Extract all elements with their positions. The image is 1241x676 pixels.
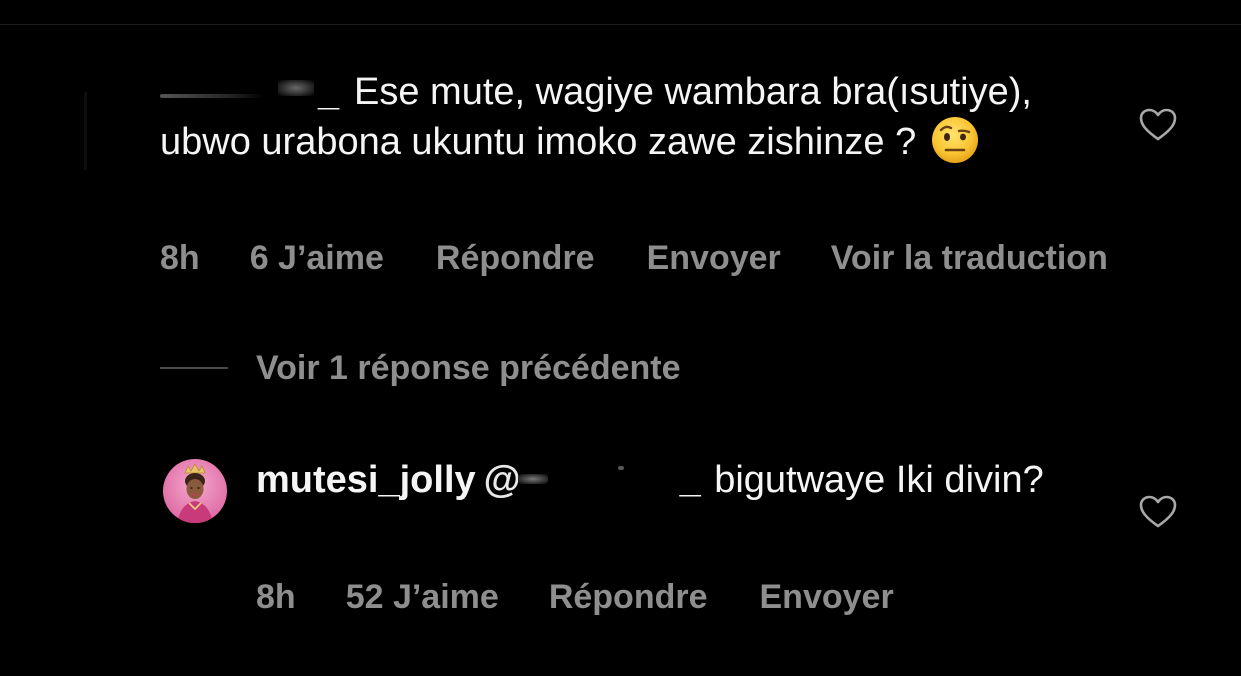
- comment-timestamp: 8h: [160, 239, 200, 277]
- redaction-smear: [160, 94, 264, 98]
- left-edge-shadow: [84, 92, 87, 170]
- mention-visible-suffix: _: [679, 459, 701, 501]
- view-previous-replies-label: Voir 1 réponse précédente: [256, 349, 681, 387]
- reply-comment: mutesi_jolly @ _ bigutwaye Iki divin?: [256, 456, 1096, 504]
- reply-likes-count[interactable]: 52 J’aime: [346, 577, 499, 617]
- replies-divider-line: [160, 367, 228, 369]
- like-reply-heart-icon[interactable]: [1139, 495, 1177, 529]
- comments-screen: _ Ese mute, wagiye wambara bra(ısutiye), …: [0, 0, 1241, 676]
- redacted-username[interactable]: _: [160, 74, 348, 112]
- reply-body: mutesi_jolly @ _ bigutwaye Iki divin?: [256, 456, 1096, 504]
- top-divider: [0, 24, 1241, 25]
- comment: _ Ese mute, wagiye wambara bra(ısutiye), …: [160, 68, 1080, 166]
- see-translation-button[interactable]: Voir la traduction: [831, 238, 1108, 278]
- reply-button[interactable]: Répondre: [436, 238, 595, 278]
- redaction-smear: [517, 474, 548, 484]
- redacted-mention[interactable]: @ _: [484, 460, 704, 500]
- redaction-smear: [617, 466, 624, 470]
- view-previous-replies-button[interactable]: Voir 1 réponse précédente: [160, 348, 681, 388]
- comment-likes-count[interactable]: 6 J’aime: [250, 238, 384, 278]
- reply-timestamp: 8h: [256, 578, 296, 616]
- reply-to-reply-button[interactable]: Répondre: [549, 577, 708, 617]
- face-with-raised-eyebrow-icon: [931, 116, 979, 164]
- send-reply-button[interactable]: Envoyer: [760, 577, 894, 617]
- reply-actions: 8h 52 J’aime Répondre Envoyer: [256, 577, 894, 617]
- redaction-smear: [278, 80, 314, 96]
- reply-username[interactable]: mutesi_jolly: [256, 459, 476, 501]
- send-button[interactable]: Envoyer: [647, 238, 781, 278]
- reply-text: bigutwaye Iki divin?: [714, 459, 1044, 501]
- mention-at-sign: @: [483, 459, 521, 501]
- username-visible-suffix: _: [318, 72, 340, 114]
- comment-actions: 8h 6 J’aime Répondre Envoyer Voir la tra…: [160, 238, 1108, 278]
- like-comment-heart-icon[interactable]: [1139, 108, 1177, 142]
- avatar[interactable]: [163, 459, 227, 523]
- comment-body: _ Ese mute, wagiye wambara bra(ısutiye), …: [160, 68, 1080, 166]
